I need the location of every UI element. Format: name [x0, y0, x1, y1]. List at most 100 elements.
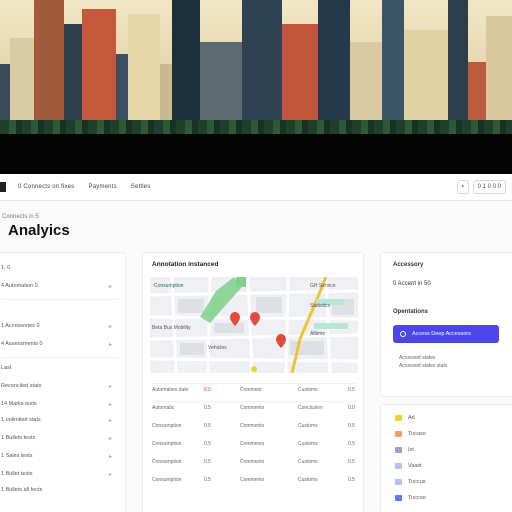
- nav-item-payments[interactable]: Payments: [89, 184, 117, 190]
- sidebar-item[interactable]: 4 Assessments 0 ▸: [1, 341, 112, 348]
- swatch-icon: [395, 431, 402, 437]
- sidebar-item-label: Last: [1, 365, 12, 371]
- sidebar-panel: 1. 0 4 Automation 0 ▸ 1 Accessories 0 ▸ 4 …: [0, 252, 126, 512]
- table-row[interactable]: Consumption 0.5 Comments Customs 0.5: [152, 459, 357, 471]
- table-row[interactable]: Consumption 0.5 Comments Customs 0.5: [152, 441, 357, 453]
- map-label: Vehicles: [208, 345, 227, 351]
- legend-panel: Ad Tucaso Ist Vaast Tuccus Tuccoo: [380, 404, 512, 512]
- map-label: Statistics: [310, 303, 331, 309]
- sidebar-item[interactable]: Reconciled stats ▸: [1, 383, 112, 390]
- list-item-label: Tuccoo: [408, 495, 426, 501]
- list-item[interactable]: Ad: [395, 415, 415, 421]
- map-label: Beta Bus Mobility: [152, 325, 191, 331]
- table-cell: Customs: [298, 423, 318, 429]
- table-cell: Consumption: [152, 459, 182, 465]
- table-cell: Automation date: [152, 387, 189, 393]
- sidebar-item-label: 1 Bullets all fects: [1, 487, 43, 493]
- chevron-right-icon: ▸: [109, 341, 113, 348]
- account-button[interactable]: 0 1 0 0 0: [472, 180, 506, 194]
- divider: [1, 299, 119, 300]
- sidebar-item-label: 1 unlimited stats: [1, 417, 41, 423]
- divider: [152, 383, 357, 384]
- list-item-label: Ad: [408, 415, 415, 421]
- table-cell: 0.5: [204, 459, 211, 465]
- list-item-label: Tucaso: [408, 431, 426, 437]
- panel-title: Accessory: [393, 262, 424, 268]
- list-item[interactable]: Tuccus: [395, 479, 426, 485]
- chevron-right-icon: ▸: [109, 283, 113, 290]
- table-cell: Comments: [240, 423, 265, 429]
- table-cell: 0.5: [204, 441, 211, 447]
- table-row[interactable]: Consumption 0.5 Comments Customs 0.5: [152, 477, 357, 489]
- sub-row[interactable]: Accessed states: [399, 355, 435, 361]
- map-park-area: [236, 277, 246, 287]
- summary-value: 0 Accent in 50: [393, 281, 431, 287]
- sidebar-item[interactable]: 1 Bullet tests ▸: [1, 471, 112, 478]
- table-cell: 0.5: [204, 405, 211, 411]
- hero-black-band: [0, 134, 512, 174]
- divider: [152, 401, 357, 402]
- table-cell: Consumption: [152, 441, 182, 447]
- swatch-icon: [395, 447, 402, 453]
- sidebar-item-label: 4 Assessments 0: [1, 341, 43, 347]
- sub-row[interactable]: Accessed states stats: [399, 363, 447, 369]
- panel-title: Annotation instanced: [152, 261, 219, 268]
- nav-actions: ▪ 0 1 0 0 0: [456, 180, 506, 194]
- table-cell: 0.5: [348, 477, 355, 483]
- chevron-right-icon: ▸: [109, 383, 113, 390]
- sidebar-item[interactable]: 14 Marks tests ▸: [1, 401, 112, 408]
- list-item[interactable]: Vaast: [395, 463, 422, 469]
- swatch-icon: [395, 479, 402, 485]
- page-title: Analyics: [8, 222, 70, 239]
- map-view[interactable]: Consumption GH Service Statistics Beta B…: [150, 277, 358, 373]
- nav-item-settles[interactable]: Settles: [131, 184, 151, 190]
- table-cell: Conclusion: [298, 405, 323, 411]
- access-button[interactable]: Access Deep Accessors: [393, 325, 499, 343]
- section-subtitle: Opentations: [393, 309, 429, 315]
- swatch-icon: [395, 415, 402, 421]
- sidebar-item[interactable]: 1 unlimited stats ▸: [1, 417, 112, 424]
- table-cell: Comments: [240, 477, 265, 483]
- table-cell: Customs: [298, 459, 318, 465]
- sidebar-item-label: 4 Automation 0: [1, 283, 38, 289]
- sidebar-item[interactable]: 1 Bullets tests ▸: [1, 435, 112, 442]
- chevron-right-icon: ▸: [109, 323, 113, 330]
- list-item[interactable]: Tuccoo: [395, 495, 426, 501]
- logo-icon: [0, 182, 6, 192]
- table-cell: Comments: [240, 405, 265, 411]
- table-row[interactable]: Automation date 8.5 Comment Customs 0.5: [152, 387, 357, 399]
- divider: [1, 357, 119, 358]
- table-row[interactable]: Automatic 0.5 Comments Conclusion 0.0: [152, 405, 357, 417]
- map-label: Consumption: [154, 283, 184, 289]
- sidebar-item-label: 1 Sales tests: [1, 453, 33, 459]
- sidebar-item[interactable]: 1 Sales tests ▸: [1, 453, 112, 460]
- sidebar-item[interactable]: 1. 0: [1, 265, 10, 271]
- map-panel: Annotation instanced Consumption GH Serv…: [142, 252, 364, 512]
- table-row[interactable]: Consumption 0.5 Comments Customs 0.5: [152, 423, 357, 435]
- chevron-right-icon: ▸: [109, 417, 113, 424]
- swatch-icon: [395, 463, 402, 469]
- table-cell: Comments: [240, 459, 265, 465]
- table-cell: Consumption: [152, 477, 182, 483]
- nav-item-connects[interactable]: 0 Connects on fixes: [18, 184, 75, 190]
- swatch-icon: [395, 495, 402, 501]
- table-cell: Automatic: [152, 405, 175, 411]
- chevron-right-icon: ▸: [109, 435, 113, 442]
- table-cell: 8.5: [204, 387, 211, 393]
- sidebar-item[interactable]: Last: [1, 365, 11, 371]
- sidebar-item[interactable]: 1 Accessories 0 ▸: [1, 323, 112, 330]
- list-item[interactable]: Tucaso: [395, 431, 426, 437]
- operations-panel: Accessory 0 Accent in 50 Opentations Acc…: [380, 252, 512, 397]
- list-item[interactable]: Ist: [395, 447, 414, 453]
- table-cell: 0.5: [348, 441, 355, 447]
- table-cell: Comments: [240, 441, 265, 447]
- list-item-label: Ist: [408, 447, 414, 453]
- sidebar-item[interactable]: 1 Bullets all fects: [1, 487, 42, 493]
- sidebar-item-label: 1. 0: [1, 265, 11, 271]
- sidebar-item-label: 1 Bullet tests: [1, 471, 33, 477]
- table-cell: 0.5: [204, 423, 211, 429]
- sidebar-item[interactable]: 4 Automation 0 ▸: [1, 283, 112, 290]
- breadcrumb[interactable]: Connects in 5: [2, 214, 39, 220]
- chevron-right-icon: ▸: [109, 471, 113, 478]
- notification-button[interactable]: ▪: [456, 180, 469, 194]
